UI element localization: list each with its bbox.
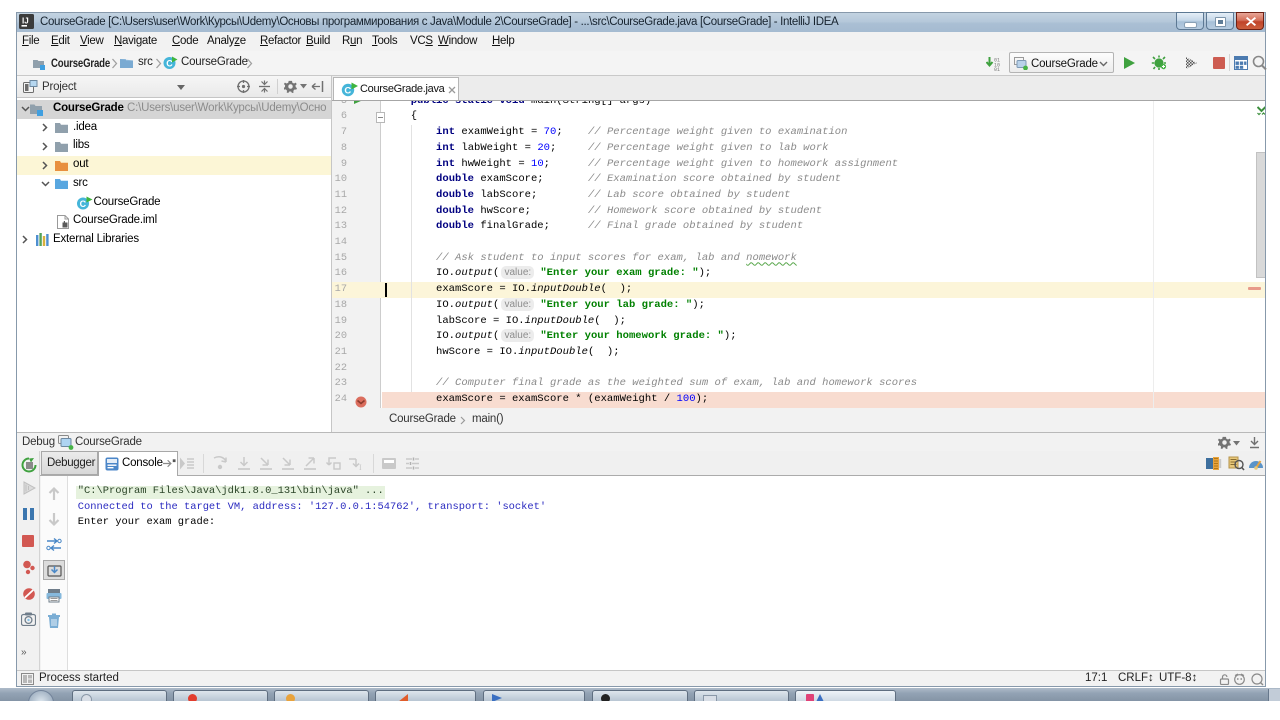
svg-text:01: 01 [994, 67, 1000, 71]
svg-text:I: I [359, 463, 362, 471]
svg-text:C: C [344, 85, 351, 96]
svg-text:C: C [80, 199, 87, 209]
svg-text:IJ: IJ [22, 17, 29, 26]
